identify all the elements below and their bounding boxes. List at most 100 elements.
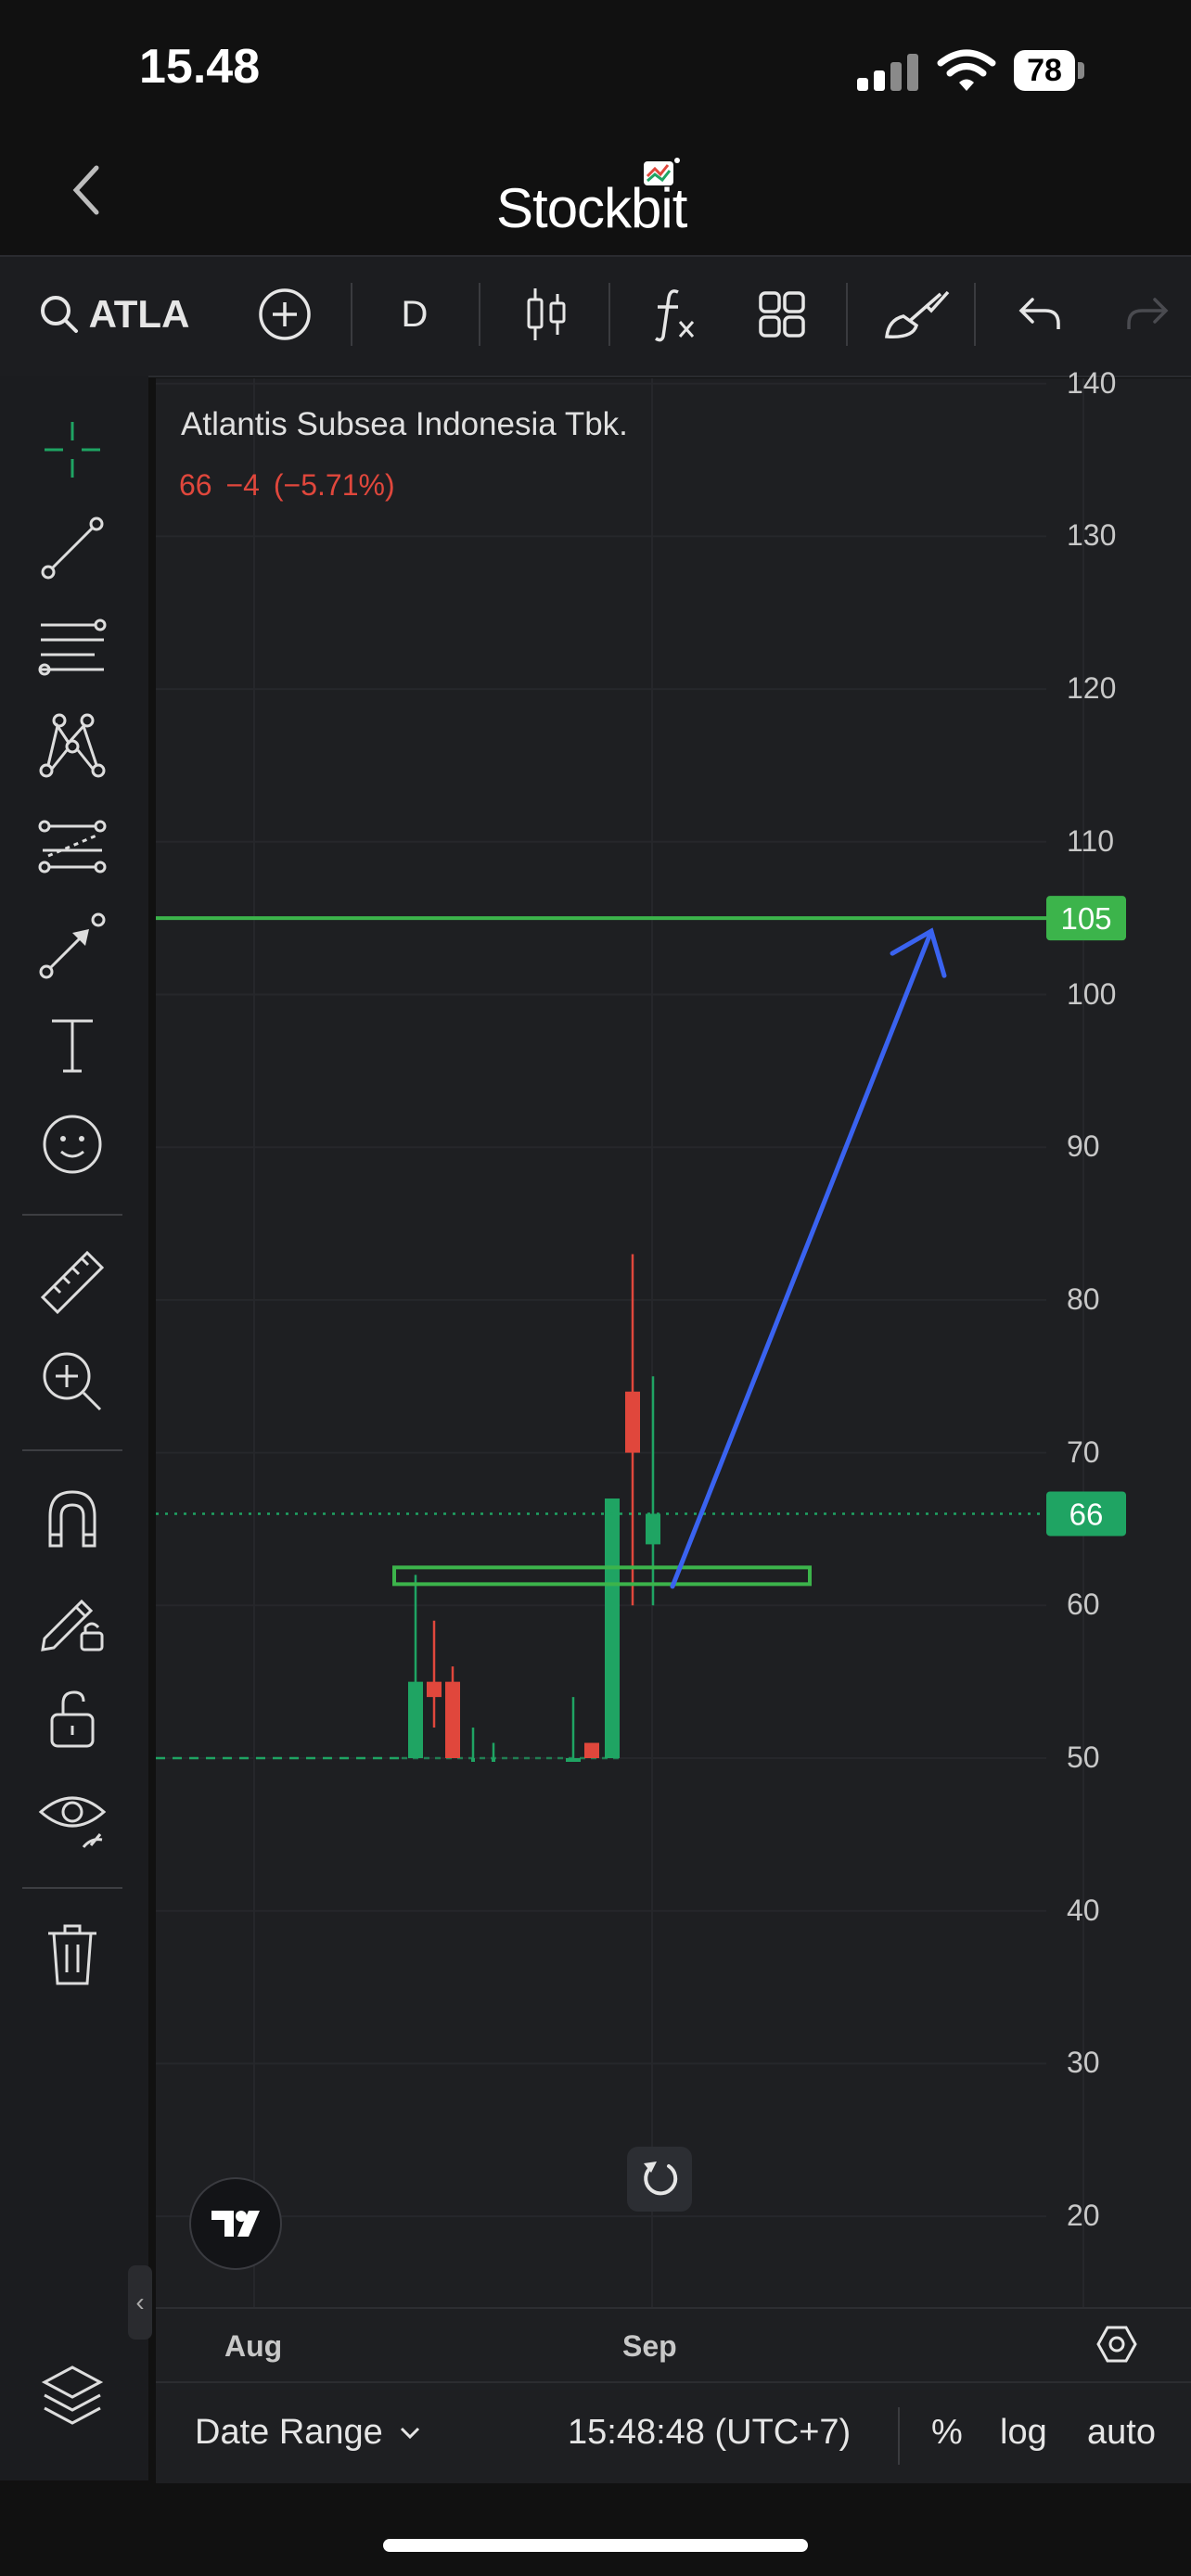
toolbar-divider [974,283,976,346]
x-tick-label: Aug [224,2329,283,2363]
reset-icon [644,2162,678,2196]
candle-body [427,1681,442,1698]
drawing-brush-button[interactable] [872,255,961,374]
y-tick-label: 110 [1067,823,1115,858]
crosshair-icon[interactable] [35,413,109,487]
time-axis[interactable]: Aug Sep [156,2307,1191,2383]
toolbar-divider [608,283,610,346]
toolbar-divider [846,283,848,346]
fib-retracement-icon[interactable] [35,610,109,684]
candle-body [584,1742,599,1758]
layers-icon[interactable] [35,2360,109,2434]
redo-icon [1127,298,1169,329]
wifi-icon [937,49,996,91]
chevron-down-icon [400,2427,419,2439]
home-indicator-area [0,2483,1191,2576]
toolbar-divider [351,283,352,346]
undo-icon [1018,298,1060,329]
y-tick-label: 80 [1067,1282,1100,1316]
status-time: 15.48 [139,40,261,94]
tradingview-icon [211,2211,260,2237]
candle-body [566,1758,581,1762]
sidebar-divider [22,1449,122,1451]
chart-type-button[interactable] [512,255,581,374]
indicators-button[interactable] [640,255,709,374]
y-tick-label: 70 [1067,1435,1100,1469]
candle-body [408,1681,423,1758]
toolbar-divider [479,283,480,346]
battery-indicator: 78 [1014,50,1075,91]
y-tick-label: 100 [1067,976,1117,1011]
status-bar: 15.48 78 [0,0,1191,139]
candle-body [605,1498,620,1758]
collapse-sidebar-button[interactable]: ‹ [128,2265,152,2340]
logo-badge-icon [644,158,680,185]
y-tick-label: 120 [1067,671,1117,706]
candle-body [646,1513,660,1545]
price-chart: 105 66 [156,378,1126,2307]
zoom-in-icon[interactable] [35,1345,109,1419]
sidebar-divider [22,1887,122,1889]
layout-button[interactable] [748,255,816,374]
visibility-icon[interactable] [35,1780,109,1855]
emoji-icon[interactable] [35,1107,109,1181]
price-change-percent: (−5.71%) [273,468,395,502]
x-tick-label: Sep [622,2329,677,2363]
projection-arrow [670,928,934,1589]
candle-body [625,1391,640,1453]
undo-button[interactable] [1005,255,1074,374]
last-price: 66 [179,468,212,502]
company-name: Atlantis Subsea Indonesia Tbk. [181,406,628,442]
compare-button[interactable] [250,255,319,374]
y-tick-label: 60 [1067,1588,1100,1622]
brush-icon [885,290,950,338]
reset-chart-button[interactable] [627,2147,692,2212]
candlestick-icon [527,288,566,340]
pattern-icon[interactable] [35,709,109,784]
y-tick-label: 140 [1067,365,1117,400]
y-tick-label: 20 [1067,2199,1100,2233]
text-tool-icon[interactable] [35,1008,109,1082]
forecast-icon[interactable] [35,810,109,884]
trash-icon[interactable] [35,1917,109,1991]
redo-button[interactable] [1113,255,1182,374]
breakout-zone-rect [392,1565,812,1587]
level-price-badge-label: 105 [1060,901,1111,936]
timeframe-button[interactable]: D [380,255,449,374]
trend-line-icon[interactable] [35,511,109,585]
auto-scale-toggle[interactable]: auto [1087,2413,1156,2453]
bottom-divider [898,2407,900,2465]
grid-layout-icon [759,291,805,338]
lock-drawings-icon[interactable] [35,1581,109,1655]
chart-settings-icon[interactable] [1095,2322,1139,2366]
chart-bottom-bar: Date Range 15:48:48 (UTC+7) % log auto [156,2381,1191,2485]
percent-scale-toggle[interactable]: % [931,2413,963,2453]
date-range-dropdown[interactable]: Date Range [195,2413,422,2453]
unlock-icon[interactable] [35,1681,109,1755]
function-icon [655,289,695,342]
last-price-badge-label: 66 [1069,1497,1104,1531]
y-tick-label: 90 [1067,1129,1100,1164]
magnet-icon[interactable] [35,1481,109,1555]
back-chevron-icon[interactable] [65,162,111,218]
symbol-label: ATLA [88,292,190,336]
drawing-tools-sidebar [0,376,148,2480]
candle-body [445,1681,460,1758]
arrow-tool-icon[interactable] [35,909,109,983]
y-tick-label: 30 [1067,2046,1100,2080]
y-tick-label: 50 [1067,1741,1100,1774]
symbol-search[interactable]: ATLA [26,255,202,374]
search-icon [40,296,78,333]
ruler-icon[interactable] [35,1245,109,1320]
add-circle-icon [259,288,311,340]
signal-icon [857,54,918,91]
chart-pane[interactable]: 105 66 [156,378,1191,2307]
battery-tip [1078,62,1084,79]
price-change: −4 [225,468,260,502]
home-indicator[interactable] [383,2539,808,2552]
y-tick-label: 130 [1067,518,1117,553]
y-tick-label: 40 [1067,1893,1100,1927]
sidebar-divider [22,1214,122,1216]
price-quote: 66 −4 (−5.71%) [179,468,395,503]
log-scale-toggle[interactable]: log [1000,2413,1047,2453]
